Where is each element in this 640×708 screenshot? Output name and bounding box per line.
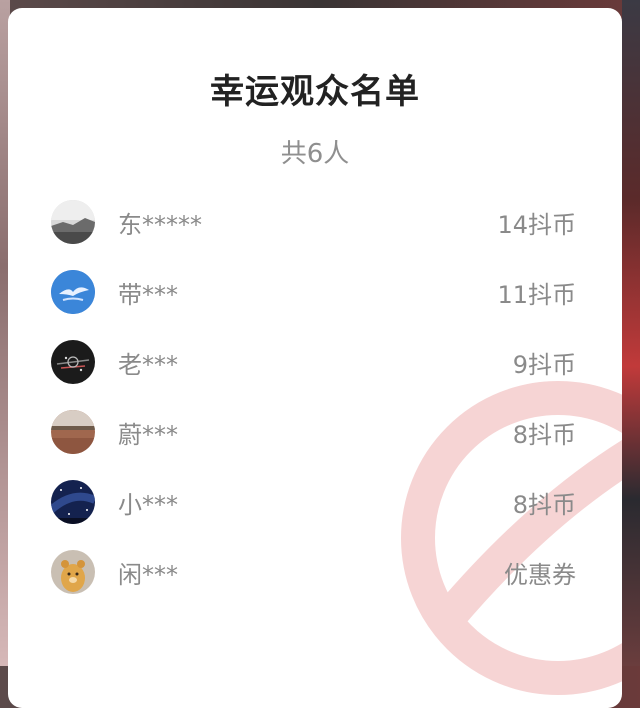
winner-reward: 14抖币 [497, 211, 576, 239]
winner-row[interactable]: 小*** 8抖币 [8, 473, 622, 533]
winner-row[interactable]: 蔚*** 8抖币 [8, 403, 622, 463]
cartoon-bear-avatar [51, 550, 95, 594]
winner-name: 小*** [118, 491, 178, 519]
winner-reward: 11抖币 [497, 281, 576, 309]
winner-row[interactable]: 老*** 9抖币 [8, 333, 622, 393]
lucky-audience-dialog: 幸运观众名单 共6人 东***** 14抖币 带*** 11抖币 老*** 9抖… [8, 8, 622, 708]
winner-row[interactable]: 东***** 14抖币 [8, 193, 622, 253]
blue-sky-bird-avatar [51, 270, 95, 314]
brown-field-avatar [51, 410, 95, 454]
winner-name: 老*** [118, 351, 178, 379]
winner-reward: 8抖币 [512, 491, 576, 519]
gray-landscape-avatar [51, 200, 95, 244]
winner-name: 东***** [118, 211, 202, 239]
winner-row[interactable]: 带*** 11抖币 [8, 263, 622, 323]
winner-count: 共6人 [280, 139, 350, 169]
winner-name: 带*** [118, 281, 178, 309]
winner-name: 闲*** [118, 561, 178, 589]
background-right-edge [622, 0, 640, 666]
winner-name: 蔚*** [118, 421, 178, 449]
dark-cityscape-avatar [51, 340, 95, 384]
winner-reward: 优惠券 [504, 561, 576, 589]
winner-reward: 9抖币 [512, 351, 576, 379]
winner-reward: 8抖币 [512, 421, 576, 449]
dialog-title: 幸运观众名单 [210, 72, 420, 112]
winner-row[interactable]: 闲*** 优惠券 [8, 543, 622, 603]
starry-night-avatar [51, 480, 95, 524]
